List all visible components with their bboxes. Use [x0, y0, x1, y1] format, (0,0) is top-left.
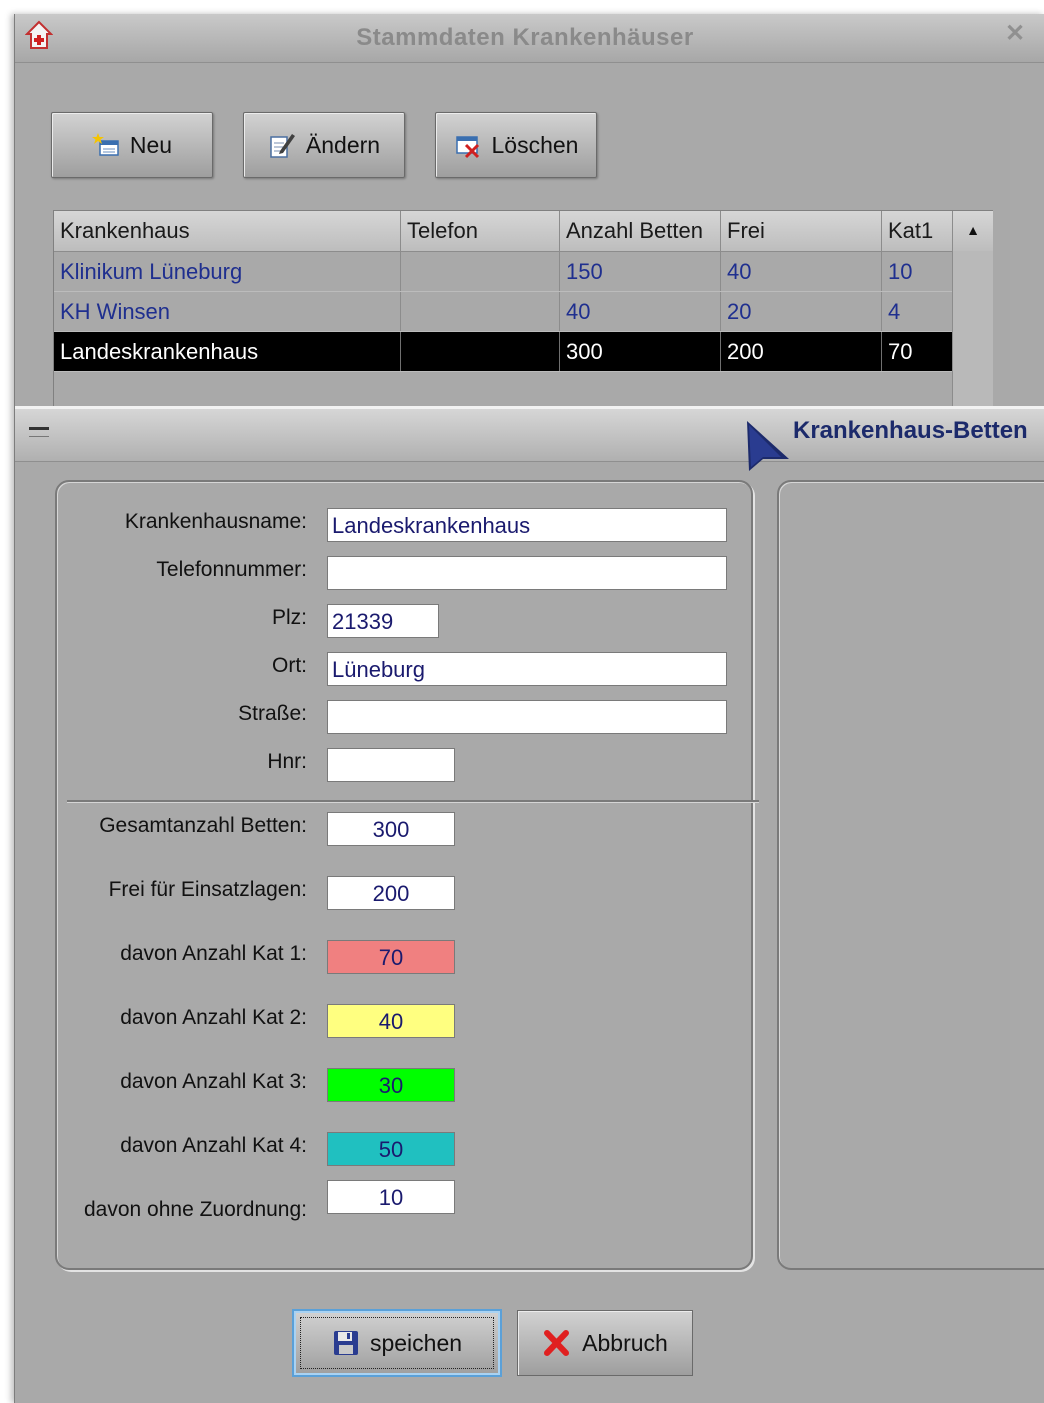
- kat1-label: davon Anzahl Kat 1:: [120, 942, 307, 965]
- grid-header-row: Krankenhaus Telefon Anzahl Betten Frei K…: [54, 211, 955, 252]
- beds-detail-panel: [777, 480, 1044, 1270]
- kat3-label: davon Anzahl Kat 3:: [120, 1070, 307, 1093]
- edit-button[interactable]: Ändern: [243, 112, 405, 178]
- column-header-free[interactable]: Frei: [720, 211, 882, 252]
- housenumber-field[interactable]: [327, 748, 455, 782]
- hospital-name-field[interactable]: Landeskrankenhaus: [327, 508, 727, 542]
- phone-field[interactable]: [327, 556, 727, 590]
- table-cell[interactable]: 300: [559, 331, 721, 372]
- kat2-label: davon Anzahl Kat 2:: [120, 1006, 307, 1029]
- table-cell[interactable]: 4: [881, 291, 955, 332]
- divider: [67, 800, 759, 803]
- city-label: Ort:: [272, 654, 307, 677]
- total-beds-field[interactable]: 300: [327, 812, 455, 846]
- street-label: Straße:: [238, 702, 307, 725]
- table-cell[interactable]: 40: [559, 291, 721, 332]
- hospital-grid[interactable]: Krankenhaus Telefon Anzahl Betten Frei K…: [53, 210, 993, 408]
- kat4-label: davon Anzahl Kat 4:: [120, 1134, 307, 1157]
- table-cell[interactable]: 20: [720, 291, 882, 332]
- kat4-field[interactable]: 50: [327, 1132, 455, 1166]
- main-window: Stammdaten Krankenhäuser ✕ Neu Ändern Lö…: [14, 14, 1044, 1403]
- cancel-button[interactable]: Abbruch: [517, 1310, 693, 1376]
- table-cell[interactable]: 70: [881, 331, 955, 372]
- kat3-field[interactable]: 30: [327, 1068, 455, 1102]
- section-title: Krankenhaus-Betten: [793, 417, 1028, 444]
- window-title: Stammdaten Krankenhäuser: [356, 24, 694, 51]
- save-button[interactable]: speichen: [292, 1309, 502, 1377]
- table-cell[interactable]: 40: [720, 251, 882, 292]
- unassigned-field[interactable]: 10: [327, 1180, 455, 1214]
- free-beds-field[interactable]: 200: [327, 876, 455, 910]
- zip-field[interactable]: 21339: [327, 604, 439, 638]
- table-cell[interactable]: 10: [881, 251, 955, 292]
- street-field[interactable]: [327, 700, 727, 734]
- column-header-hospital[interactable]: Krankenhaus: [54, 211, 401, 252]
- pointer-arrow-icon: [747, 421, 789, 471]
- table-row-selected[interactable]: Landeskrankenhaus 300 200 70: [54, 331, 955, 372]
- column-header-phone[interactable]: Telefon: [400, 211, 560, 252]
- table-row[interactable]: Klinikum Lüneburg 150 40 10: [54, 251, 955, 292]
- new-button[interactable]: Neu: [51, 112, 213, 178]
- title-bar[interactable]: Stammdaten Krankenhäuser ✕: [15, 14, 1044, 63]
- free-beds-label: Frei für Einsatzlagen:: [108, 878, 307, 901]
- cancel-x-icon: [544, 1330, 570, 1356]
- column-header-kat1[interactable]: Kat1: [881, 211, 955, 252]
- column-header-beds[interactable]: Anzahl Betten: [559, 211, 721, 252]
- edit-icon: [270, 134, 295, 158]
- hospital-name-label: Krankenhausname:: [124, 510, 307, 533]
- vertical-scrollbar[interactable]: ▲: [952, 211, 993, 407]
- total-beds-label: Gesamtanzahl Betten:: [99, 814, 307, 837]
- table-cell[interactable]: KH Winsen: [54, 291, 401, 332]
- section-splitter[interactable]: Krankenhaus-Betten: [15, 406, 1044, 471]
- table-row[interactable]: KH Winsen 40 20 4: [54, 291, 955, 332]
- delete-record-icon: [455, 136, 479, 159]
- table-cell[interactable]: [400, 251, 560, 292]
- table-cell[interactable]: [400, 331, 560, 372]
- cancel-button-label: Abbruch: [582, 1329, 668, 1356]
- edit-button-label: Ändern: [305, 131, 381, 158]
- kat1-field[interactable]: 70: [327, 940, 455, 974]
- zip-label: Plz:: [271, 606, 307, 629]
- new-button-label: Neu: [129, 131, 173, 158]
- unassigned-label: davon ohne Zuordnung:: [83, 1198, 307, 1221]
- new-record-icon: [91, 133, 119, 156]
- save-button-label: speichen: [369, 1329, 463, 1356]
- phone-label: Telefonnummer:: [156, 558, 307, 581]
- housenumber-label: Hnr:: [267, 750, 307, 773]
- close-icon[interactable]: ✕: [1003, 22, 1027, 46]
- city-field[interactable]: Lüneburg: [327, 652, 727, 686]
- table-cell[interactable]: [400, 291, 560, 332]
- floppy-disk-icon: [333, 1331, 358, 1355]
- delete-button[interactable]: Löschen: [435, 112, 597, 178]
- collapse-icon[interactable]: [29, 427, 49, 437]
- table-cell[interactable]: 150: [559, 251, 721, 292]
- hospital-details-panel: Krankenhausname: Landeskrankenhaus Telef…: [55, 480, 759, 1270]
- scroll-up-icon[interactable]: ▲: [953, 211, 993, 251]
- table-cell[interactable]: Klinikum Lüneburg: [54, 251, 401, 292]
- table-cell[interactable]: Landeskrankenhaus: [54, 331, 401, 372]
- kat2-field[interactable]: 40: [327, 1004, 455, 1038]
- table-cell[interactable]: 200: [720, 331, 882, 372]
- delete-button-label: Löschen: [491, 131, 579, 158]
